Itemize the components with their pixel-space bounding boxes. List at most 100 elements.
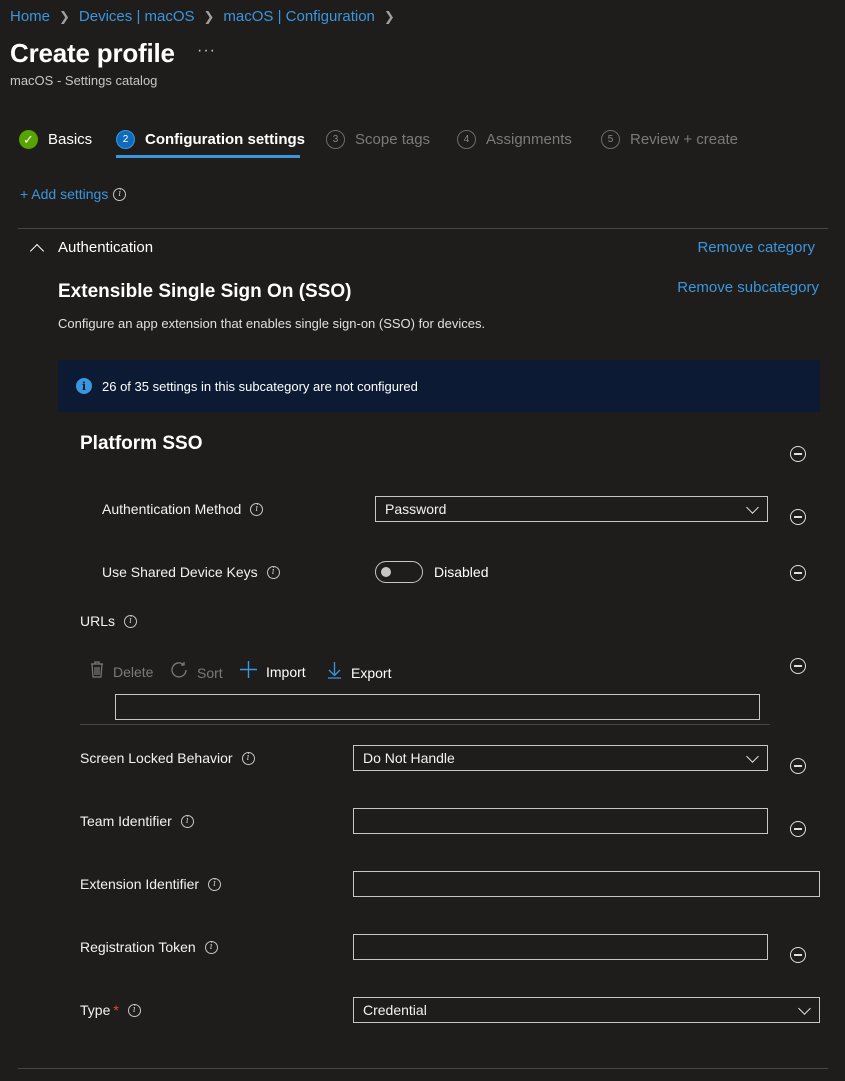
banner-text: 26 of 35 settings in this subcategory ar… [102, 378, 418, 394]
team-identifier-input[interactable] [353, 808, 768, 834]
breadcrumb: Home ❯ Devices | macOS ❯ macOS | Configu… [10, 8, 404, 25]
type-dropdown[interactable]: Credential [353, 997, 820, 1023]
label-text: Type [80, 1002, 111, 1018]
remove-setting-icon[interactable] [790, 509, 806, 525]
plus-icon [240, 661, 257, 683]
info-filled-icon: i [76, 378, 92, 394]
type-label: Type * i [80, 1002, 141, 1018]
step-number: 3 [326, 130, 345, 149]
required-marker: * [113, 1002, 119, 1018]
delete-button[interactable]: Delete [90, 661, 153, 683]
shared-keys-label: Use Shared Device Keys i [102, 564, 280, 580]
step-number: 4 [457, 130, 476, 149]
toggle-state: Disabled [434, 564, 489, 580]
toolbar-label: Delete [113, 664, 154, 680]
url-input[interactable] [115, 694, 760, 720]
step-configuration-settings[interactable]: 2 Configuration settings [116, 130, 305, 149]
remove-setting-icon[interactable] [790, 821, 806, 837]
chevron-right-icon: ❯ [59, 8, 70, 24]
toolbar-label: Sort [197, 664, 223, 681]
info-icon[interactable]: i [266, 565, 280, 579]
screen-locked-dropdown[interactable]: Do Not Handle [353, 745, 768, 771]
registration-token-input[interactable] [353, 934, 768, 960]
remove-setting-icon[interactable] [790, 758, 806, 774]
chevron-up-icon [29, 243, 45, 258]
toolbar-label: Export [351, 664, 392, 681]
more-options-button[interactable]: ··· [197, 42, 216, 60]
label-text: Authentication Method [102, 501, 242, 517]
add-settings-label: + Add settings [20, 186, 109, 202]
label-text: Registration Token [80, 939, 196, 955]
remove-category-link[interactable]: Remove category [697, 239, 815, 256]
label-text: Screen Locked Behavior [80, 750, 233, 766]
breadcrumb-devices-macos[interactable]: Devices | macOS [79, 8, 195, 25]
team-identifier-label: Team Identifier i [80, 813, 194, 829]
export-button[interactable]: Export [327, 661, 391, 684]
chevron-down-icon [746, 750, 759, 763]
toolbar-label: Import [266, 664, 306, 680]
step-number: 5 [601, 130, 620, 149]
subcategory-description: Configure an app extension that enables … [58, 316, 486, 331]
step-basics[interactable]: ✓ Basics [19, 130, 92, 149]
download-icon [327, 661, 342, 684]
chevron-down-icon [798, 1002, 811, 1015]
add-settings-link[interactable]: + Add settings i [20, 186, 127, 202]
label-text: Use Shared Device Keys [102, 564, 258, 580]
category-name: Authentication [58, 239, 154, 256]
dropdown-value: Password [385, 501, 447, 517]
info-icon[interactable]: i [241, 751, 255, 765]
step-label: Scope tags [355, 131, 431, 148]
remove-subcategory-link[interactable]: Remove subcategory [677, 279, 819, 296]
auth-method-label: Authentication Method i [102, 501, 264, 517]
active-step-indicator [116, 155, 300, 158]
dropdown-value: Credential [363, 1002, 427, 1018]
remove-setting-icon[interactable] [790, 658, 806, 674]
info-banner: i 26 of 35 settings in this subcategory … [58, 360, 820, 412]
step-label: Configuration settings [145, 131, 305, 148]
label-text: Team Identifier [80, 813, 172, 829]
trash-icon [90, 661, 104, 683]
chevron-right-icon: ❯ [203, 8, 215, 24]
chevron-down-icon [746, 501, 759, 514]
breadcrumb-home[interactable]: Home [10, 8, 50, 25]
refresh-icon [170, 661, 188, 684]
info-icon[interactable]: i [204, 940, 218, 954]
dropdown-value: Do Not Handle [363, 750, 455, 766]
remove-setting-icon[interactable] [790, 947, 806, 963]
checkmark-icon: ✓ [19, 130, 38, 149]
auth-method-dropdown[interactable]: Password [375, 496, 768, 522]
page-title: Create profile [10, 38, 175, 68]
remove-setting-icon[interactable] [790, 565, 806, 581]
divider [18, 1068, 828, 1069]
label-text: Extension Identifier [80, 876, 200, 892]
info-icon[interactable]: i [208, 877, 222, 891]
screen-locked-label: Screen Locked Behavior i [80, 750, 255, 766]
urls-label: URLs i [80, 613, 138, 629]
extension-identifier-label: Extension Identifier i [80, 876, 222, 892]
step-label: Review + create [630, 131, 738, 148]
step-number: 2 [116, 130, 135, 149]
remove-setting-icon[interactable] [790, 446, 806, 462]
shared-keys-toggle[interactable] [375, 561, 423, 583]
page-subtitle: macOS - Settings catalog [10, 73, 158, 88]
subcategory-title: Extensible Single Sign On (SSO) [58, 281, 352, 302]
info-icon[interactable]: i [124, 614, 138, 628]
divider [80, 724, 770, 725]
extension-identifier-input[interactable] [353, 871, 820, 897]
registration-token-label: Registration Token i [80, 939, 218, 955]
step-label: Assignments [486, 131, 572, 148]
breadcrumb-macos-configuration[interactable]: macOS | Configuration [223, 8, 374, 25]
info-icon[interactable]: i [250, 502, 264, 516]
step-assignments[interactable]: 4 Assignments [457, 130, 572, 149]
sort-button[interactable]: Sort [170, 661, 223, 684]
step-label: Basics [48, 131, 93, 148]
platform-sso-title: Platform SSO [80, 433, 203, 454]
step-review-create[interactable]: 5 Review + create [601, 130, 738, 149]
label-text: URLs [80, 613, 116, 629]
step-scope-tags[interactable]: 3 Scope tags [326, 130, 430, 149]
info-icon[interactable]: i [113, 187, 127, 201]
info-icon[interactable]: i [180, 814, 194, 828]
category-header[interactable]: Authentication [29, 239, 154, 258]
import-button[interactable]: Import [240, 661, 306, 683]
info-icon[interactable]: i [127, 1003, 141, 1017]
